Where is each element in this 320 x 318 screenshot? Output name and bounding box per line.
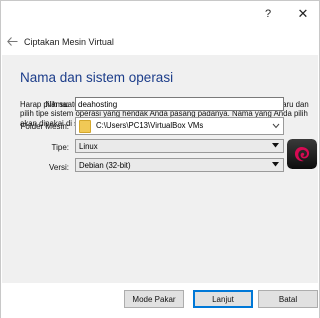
- type-label: Tipe:: [51, 143, 70, 152]
- back-arrow-icon[interactable]: [5, 34, 19, 48]
- close-button[interactable]: ✕: [290, 3, 316, 25]
- next-button[interactable]: Lanjut: [193, 290, 253, 308]
- wizard-title: Ciptakan Mesin Virtual: [24, 37, 114, 47]
- create-vm-dialog: ? ✕ Ciptakan Mesin Virtual Nama dan sist…: [0, 0, 320, 318]
- debian-icon: [287, 139, 317, 169]
- os-type-value: Linux: [79, 142, 98, 151]
- folder-icon: [79, 120, 91, 133]
- name-input[interactable]: [75, 97, 284, 111]
- version-label: Versi:: [48, 163, 69, 172]
- machine-folder-select[interactable]: C:\Users\PC13\VirtualBox VMs: [75, 117, 284, 135]
- dropdown-arrow-icon[interactable]: [272, 143, 279, 150]
- chevron-down-icon[interactable]: [272, 122, 280, 131]
- name-label: Nama:: [45, 100, 69, 109]
- os-version-select[interactable]: Debian (32-bit): [75, 158, 284, 172]
- cancel-button[interactable]: Batal: [258, 290, 318, 308]
- machine-folder-value: C:\Users\PC13\VirtualBox VMs: [96, 121, 204, 130]
- expert-mode-button[interactable]: Mode Pakar: [124, 290, 184, 308]
- dropdown-arrow-icon[interactable]: [272, 162, 279, 169]
- os-version-value: Debian (32-bit): [79, 161, 131, 170]
- folder-label: Folder Mesin:: [20, 122, 69, 131]
- titlebar: ? ✕: [1, 1, 319, 27]
- page-title: Nama dan sistem operasi: [20, 70, 174, 85]
- button-bar: Mode Pakar Lanjut Batal: [1, 284, 319, 318]
- wizard-nav: Ciptakan Mesin Virtual: [1, 31, 319, 53]
- os-type-select[interactable]: Linux: [75, 139, 284, 153]
- help-button[interactable]: ?: [255, 3, 281, 25]
